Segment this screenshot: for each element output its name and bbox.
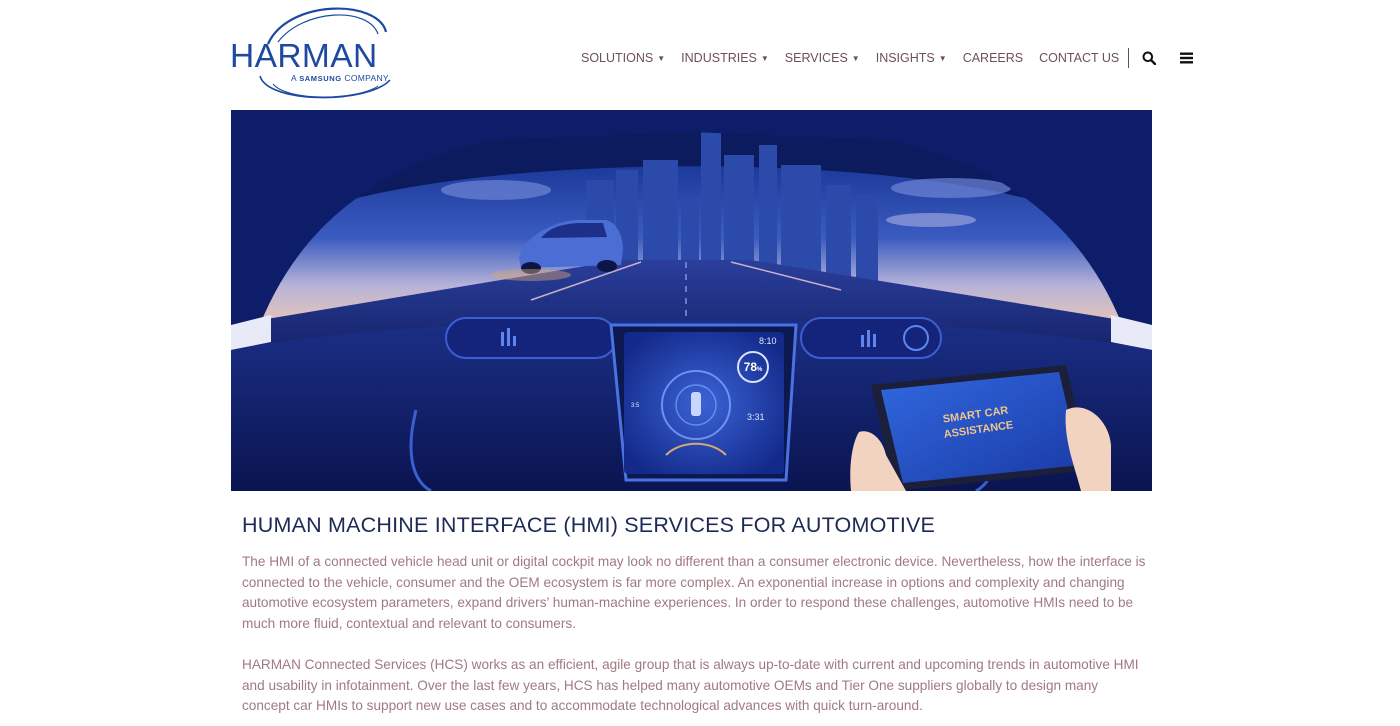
hcs-paragraph: HARMAN Connected Services (HCS) works as…	[242, 657, 1139, 713]
intro-paragraph: The HMI of a connected vehicle head unit…	[242, 554, 1146, 631]
nav-divider	[1128, 48, 1130, 68]
chevron-down-icon: ▼	[657, 53, 666, 63]
nav-industries[interactable]: INDUSTRIES ▼	[681, 51, 769, 65]
nav-contact-us[interactable]: CONTACT US	[1039, 51, 1119, 65]
nav-insights[interactable]: INSIGHTS ▼	[876, 51, 947, 65]
harman-logo[interactable]: HARMAN A SAMSUNG COMPANY	[228, 4, 403, 104]
page-title: HUMAN MACHINE INTERFACE (HMI) SERVICES F…	[242, 513, 936, 537]
logo-wordmark: HARMAN	[230, 38, 378, 75]
nav-services[interactable]: SERVICES ▼	[785, 51, 860, 65]
menu-icon[interactable]	[1178, 50, 1194, 66]
hero-image-car-cockpit: 78% 8:10 3:31 3:5 SMART CAR ASSISTANCE	[231, 110, 1152, 491]
search-icon[interactable]	[1141, 50, 1157, 66]
nav-solutions[interactable]: SOLUTIONS ▼	[581, 51, 665, 65]
chevron-down-icon: ▼	[938, 53, 947, 63]
chevron-down-icon: ▼	[760, 53, 769, 63]
main-nav: SOLUTIONS ▼ INDUSTRIES ▼ SERVICES ▼ INSIGHT…	[581, 48, 1194, 68]
dash-time-top: 8:10	[759, 336, 777, 346]
dash-time-bottom: 3:31	[747, 412, 765, 422]
dash-side-label: 3:5	[631, 403, 640, 409]
chevron-down-icon: ▼	[851, 53, 860, 63]
logo-tagline: A SAMSUNG COMPANY	[291, 73, 389, 83]
nav-careers[interactable]: CAREERS	[963, 51, 1023, 65]
